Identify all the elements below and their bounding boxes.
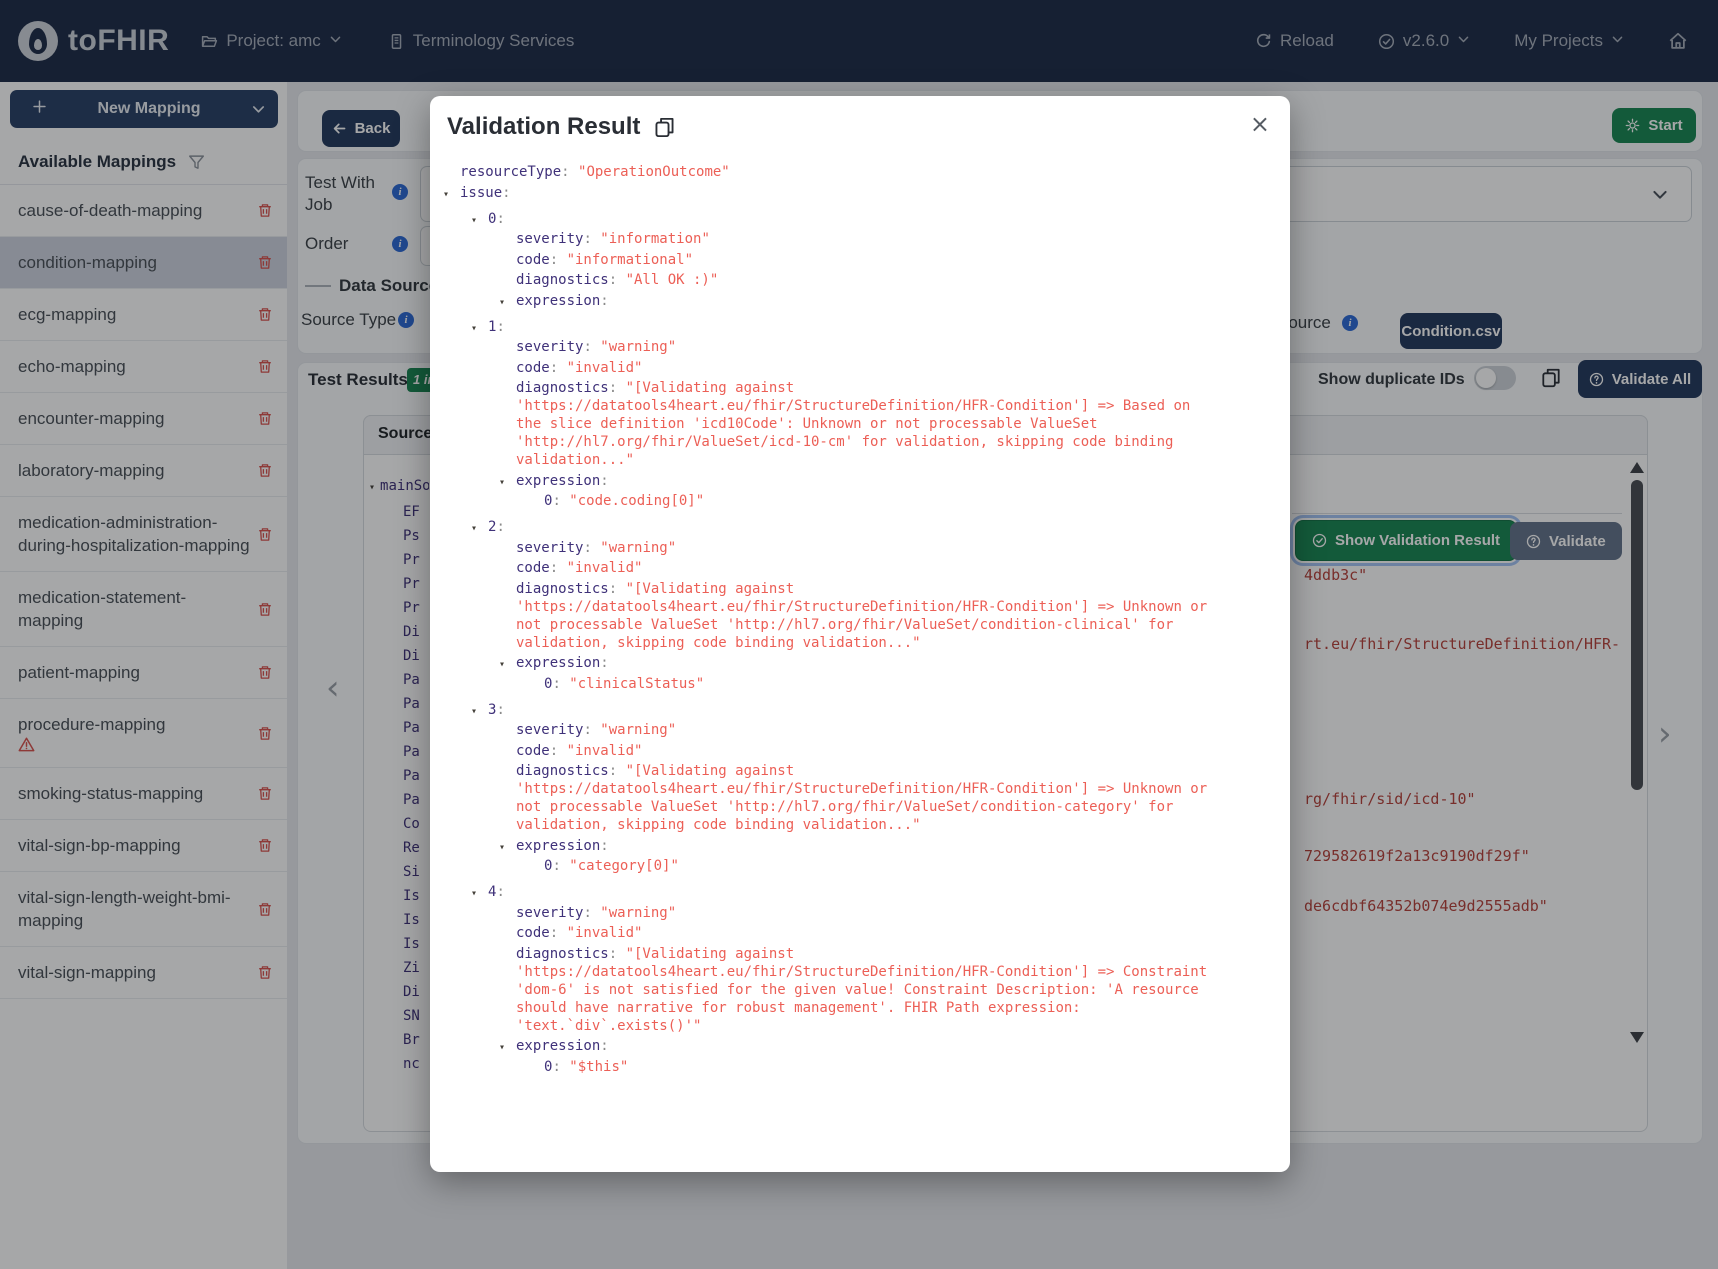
caret-down-icon[interactable]: ▾ xyxy=(471,885,477,903)
json-string-value: "code.coding[0]" xyxy=(569,493,704,509)
json-line: ▾2: xyxy=(460,518,1222,536)
json-key: severity xyxy=(516,905,583,921)
caret-down-icon[interactable]: ▾ xyxy=(471,520,477,538)
json-key: expression xyxy=(516,655,600,671)
json-line: 0: "code.coding[0]" xyxy=(460,492,1222,510)
json-key: expression xyxy=(516,473,600,489)
json-key: diagnostics xyxy=(516,946,609,962)
json-string-value: "informational" xyxy=(567,252,693,268)
json-key: code xyxy=(516,743,550,759)
validation-result-modal: Validation Result × resourceType: "Opera… xyxy=(430,96,1290,1172)
json-line: code: "invalid" xyxy=(460,742,1222,760)
json-key: diagnostics xyxy=(516,763,609,779)
caret-down-icon[interactable]: ▾ xyxy=(499,294,505,312)
json-key: code xyxy=(516,925,550,941)
json-line: ▾expression: xyxy=(460,654,1222,672)
json-line: resourceType: "OperationOutcome" xyxy=(460,163,1222,181)
json-line: ▾expression: xyxy=(460,292,1222,310)
json-string-value: "warning" xyxy=(600,722,676,738)
json-string-value: "warning" xyxy=(600,905,676,921)
json-key: code xyxy=(516,360,550,376)
json-string-value: "warning" xyxy=(600,339,676,355)
json-string-value: "category[0]" xyxy=(569,858,679,874)
json-line: ▾3: xyxy=(460,701,1222,719)
json-string-value: "invalid" xyxy=(567,925,643,941)
json-line: ▾0: xyxy=(460,210,1222,228)
json-string-value: "invalid" xyxy=(567,360,643,376)
modal-title: Validation Result xyxy=(447,113,640,141)
json-line: severity: "warning" xyxy=(460,539,1222,557)
json-string-value: "warning" xyxy=(600,540,676,556)
json-line: diagnostics: "[Validating against 'https… xyxy=(460,379,1222,469)
json-line: ▾expression: xyxy=(460,472,1222,490)
json-line: diagnostics: "[Validating against 'https… xyxy=(460,945,1222,1035)
json-key: severity xyxy=(516,722,583,738)
json-line: severity: "warning" xyxy=(460,904,1222,922)
caret-down-icon[interactable]: ▾ xyxy=(499,474,505,492)
json-key: diagnostics xyxy=(516,272,609,288)
json-key: severity xyxy=(516,231,583,247)
json-key: expression xyxy=(516,293,600,309)
json-line: ▾expression: xyxy=(460,837,1222,855)
json-key: expression xyxy=(516,838,600,854)
caret-down-icon[interactable]: ▾ xyxy=(499,1039,505,1057)
json-line: severity: "information" xyxy=(460,230,1222,248)
caret-down-icon[interactable]: ▾ xyxy=(471,212,477,230)
json-key: code xyxy=(516,252,550,268)
json-string-value: "clinicalStatus" xyxy=(569,676,704,692)
json-key: severity xyxy=(516,540,583,556)
json-string-value: "$this" xyxy=(569,1059,628,1075)
caret-down-icon[interactable]: ▾ xyxy=(471,320,477,338)
json-string-value: "OperationOutcome" xyxy=(578,164,730,180)
json-key: issue xyxy=(460,185,502,201)
json-key: expression xyxy=(516,1038,600,1054)
json-line: 0: "clinicalStatus" xyxy=(460,675,1222,693)
caret-down-icon[interactable]: ▾ xyxy=(443,186,449,204)
json-line: ▾4: xyxy=(460,883,1222,901)
caret-down-icon[interactable]: ▾ xyxy=(499,839,505,857)
caret-down-icon[interactable]: ▾ xyxy=(471,703,477,721)
json-line: code: "invalid" xyxy=(460,359,1222,377)
validation-json-tree: resourceType: "OperationOutcome"▾issue: … xyxy=(447,163,1290,1076)
json-line: severity: "warning" xyxy=(460,721,1222,739)
json-key: code xyxy=(516,560,550,576)
close-icon[interactable]: × xyxy=(1250,112,1270,136)
json-line: ▾issue: xyxy=(460,184,1222,202)
json-line: code: "informational" xyxy=(460,251,1222,269)
json-line: code: "invalid" xyxy=(460,924,1222,942)
json-line: code: "invalid" xyxy=(460,559,1222,577)
json-line: severity: "warning" xyxy=(460,338,1222,356)
json-string-value: "invalid" xyxy=(567,743,643,759)
json-string-value: "information" xyxy=(600,231,710,247)
json-line: diagnostics: "[Validating against 'https… xyxy=(460,762,1222,834)
json-line: 0: "$this" xyxy=(460,1058,1222,1076)
json-line: ▾expression: xyxy=(460,1037,1222,1055)
json-key: severity xyxy=(516,339,583,355)
json-key: diagnostics xyxy=(516,380,609,396)
json-line: diagnostics: "[Validating against 'https… xyxy=(460,580,1222,652)
json-string-value: "invalid" xyxy=(567,560,643,576)
json-string-value: "All OK :)" xyxy=(626,272,719,288)
json-line: diagnostics: "All OK :)" xyxy=(460,271,1222,289)
caret-down-icon[interactable]: ▾ xyxy=(499,656,505,674)
json-line: ▾1: xyxy=(460,318,1222,336)
json-key: diagnostics xyxy=(516,581,609,597)
json-line: 0: "category[0]" xyxy=(460,857,1222,875)
copy-icon[interactable] xyxy=(653,115,676,140)
json-key: resourceType xyxy=(460,164,561,180)
